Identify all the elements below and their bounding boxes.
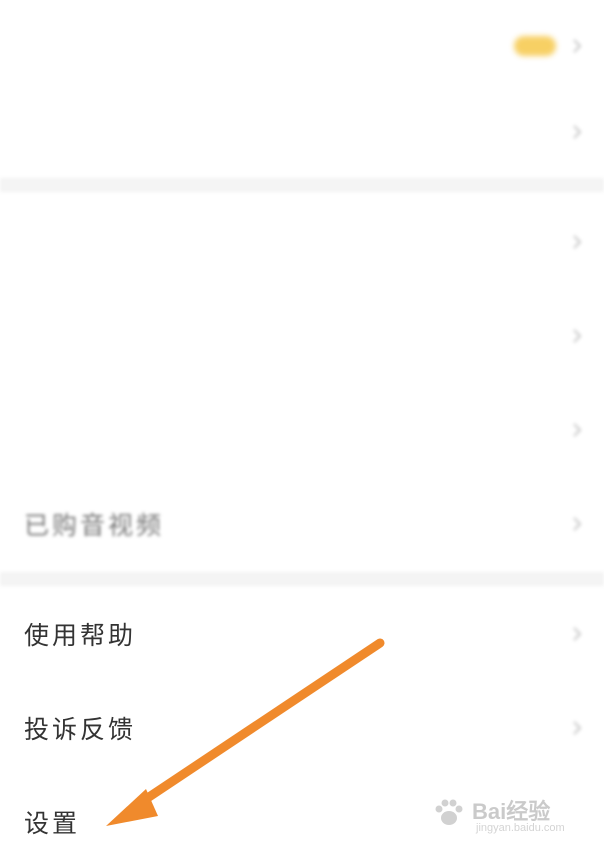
group-divider	[0, 572, 604, 586]
menu-row-1[interactable]	[0, 0, 604, 92]
menu-row-2[interactable]	[0, 86, 604, 178]
menu-row-5[interactable]	[0, 384, 604, 476]
paw-logo-icon	[435, 799, 463, 825]
chevron-right-icon	[568, 625, 586, 643]
group-divider	[0, 178, 604, 192]
menu-row-feedback[interactable]: 投诉反馈	[0, 682, 604, 774]
chevron-right-icon	[568, 233, 586, 251]
menu-row-purchased-media[interactable]: 已购音视频	[0, 478, 604, 570]
chevron-right-icon	[568, 327, 586, 345]
chevron-right-icon	[568, 719, 586, 737]
menu-row-label: 投诉反馈	[24, 715, 137, 744]
menu-row-label: 已购音视频	[24, 511, 165, 540]
chevron-right-icon	[568, 421, 586, 439]
chevron-right-icon	[568, 515, 586, 533]
baidu-jingyan-watermark: Bai经验 jingyan.baidu.com	[432, 792, 582, 838]
menu-row-label: 使用帮助	[24, 621, 137, 650]
chevron-right-icon	[568, 37, 586, 55]
menu-row-label: 设置	[24, 809, 81, 838]
menu-row-help[interactable]: 使用帮助	[0, 588, 604, 680]
new-badge	[514, 36, 556, 56]
watermark-url: jingyan.baidu.com	[476, 822, 565, 834]
chevron-right-icon	[568, 123, 586, 141]
settings-menu-screen: 已购音视频 使用帮助 投诉反馈 设置 Bai经验 jingyan.baidu.c…	[0, 0, 604, 848]
menu-row-4[interactable]	[0, 290, 604, 382]
menu-row-3[interactable]	[0, 196, 604, 288]
